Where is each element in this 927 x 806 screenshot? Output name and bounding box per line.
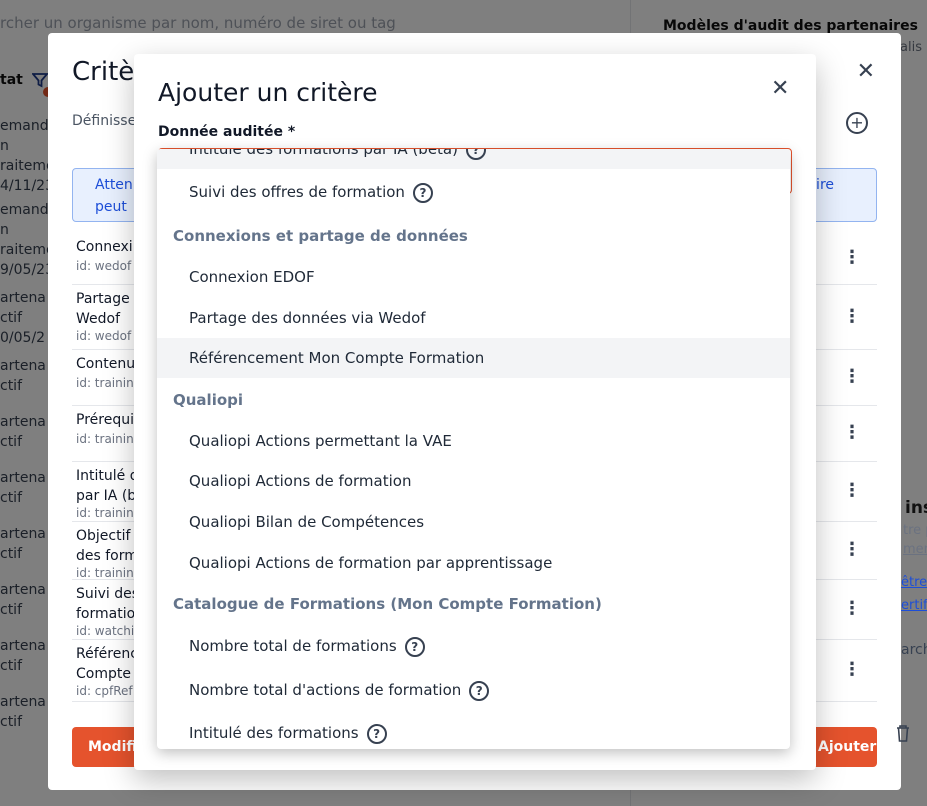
criterion-label: Contenu [76,356,136,372]
close-icon[interactable]: ✕ [857,59,875,84]
alert-text: peut [95,199,127,215]
dropdown-option-nb-formations[interactable]: Nombre total de formations? [157,626,790,666]
dropdown-option-referencement-cpf[interactable]: Référencement Mon Compte Formation [157,338,790,378]
option-label: Connexion EDOF [189,268,315,286]
more-options-icon[interactable]: ⋮ [843,422,861,443]
peek-link[interactable]: être [901,575,927,590]
criterion-id: id: trainin [76,506,134,520]
criterion-id: id: watchi [76,624,135,638]
more-options-icon[interactable]: ⋮ [843,659,861,680]
more-options-icon[interactable]: ⋮ [843,598,861,619]
criterion-id: id: trainin [76,376,134,390]
criterion-id: id: wedof [76,259,132,273]
criterion-label: Référenc [76,646,138,662]
more-options-icon[interactable]: ⋮ [843,366,861,387]
option-label: Nombre total de formations [189,637,397,655]
dropdown-option-qualiopi-apprentissage[interactable]: Qualiopi Actions de formation par appren… [157,543,790,583]
criterion-label: Objectif [76,528,131,544]
dropdown-group-catalogue: Catalogue de Formations (Mon Compte Form… [173,595,602,613]
option-label: Intitulé des formations [189,724,359,742]
help-icon[interactable]: ? [404,636,425,657]
peek-link[interactable]: ertifi [901,598,927,613]
add-criterion-button-label: Ajouter un critère [818,739,877,755]
peek-text: men [903,542,927,557]
option-label: Qualiopi Actions de formation par appren… [189,554,553,572]
dropdown-option-qualiopi-actions[interactable]: Qualiopi Actions de formation [157,461,790,501]
dropdown-option-qualiopi-vae[interactable]: Qualiopi Actions permettant la VAE [157,421,790,461]
peek-text: arch [901,642,927,658]
peek-text: tre p [903,523,927,538]
dropdown-group-connexions: Connexions et partage de données [173,227,468,245]
help-icon[interactable]: ? [366,723,387,744]
criterion-label: Suivi des [76,586,140,602]
criterion-label: formatio [76,606,136,622]
close-icon[interactable]: ✕ [771,78,789,100]
option-label: Intitulé des formations par IA (beta) [189,149,458,158]
criterion-id: id: cpfRef [76,684,133,698]
dropdown-option-nb-actions[interactable]: Nombre total d'actions de formation? [157,670,790,710]
audited-data-label: Donnée auditée * [158,124,296,140]
dropdown-option-qualiopi-bilan[interactable]: Qualiopi Bilan de Compétences [157,502,790,542]
help-icon[interactable]: ? [465,149,486,160]
help-icon[interactable]: ? [412,182,433,203]
dropdown-option-suivi-offres[interactable]: Suivi des offres de formation? [157,172,790,212]
more-options-icon[interactable]: ⋮ [843,306,861,327]
add-criterion-button[interactable]: Ajouter un critère [808,727,877,767]
dropdown-option-intitule-ia[interactable]: Intitulé des formations par IA (beta)? [157,149,790,169]
dropdown-option-intitule-formations[interactable]: Intitulé des formations? [157,713,790,749]
criterion-label: des form [76,548,138,564]
criterion-label: par IA (b [76,488,137,504]
criterion-id: id: trainin [76,566,134,580]
add-criterion-icon[interactable]: + [846,112,868,134]
dropdown-option-partage-wedof[interactable]: Partage des données via Wedof [157,298,790,338]
criterion-label: Partage [76,291,130,307]
more-options-icon[interactable]: ⋮ [843,539,861,560]
trash-icon[interactable] [895,724,911,747]
criterion-label: Connexi [76,239,133,255]
option-label: Suivi des offres de formation [189,183,405,201]
peek-text: ins [905,498,927,518]
option-label: Partage des données via Wedof [189,309,426,327]
option-label: Qualiopi Actions de formation [189,472,412,490]
dropdown-group-qualiopi: Qualiopi [173,391,244,409]
more-options-icon[interactable]: ⋮ [843,247,861,268]
more-options-icon[interactable]: ⋮ [843,480,861,501]
criterion-id: id: trainin [76,432,134,446]
criterion-label: Compte [76,666,131,682]
criterion-label: Prérequi [76,412,134,428]
add-criterion-dialog-title: Ajouter un critère [158,78,378,107]
alert-text: Atten [95,177,133,193]
dropdown-option-connexion-edof[interactable]: Connexion EDOF [157,257,790,297]
criteria-dialog-description: Définisse [72,113,137,129]
criterion-label: Wedof [76,311,121,327]
option-label: Référencement Mon Compte Formation [189,349,485,367]
help-icon[interactable]: ? [469,680,490,701]
option-label: Qualiopi Actions permettant la VAE [189,432,452,450]
criterion-label: Intitulé d [76,468,139,484]
option-label: Nombre total d'actions de formation [189,681,462,699]
audited-data-dropdown: Intitulé des formations par IA (beta)? S… [157,149,790,749]
criterion-id: id: wedof [76,329,132,343]
option-label: Qualiopi Bilan de Compétences [189,513,425,531]
